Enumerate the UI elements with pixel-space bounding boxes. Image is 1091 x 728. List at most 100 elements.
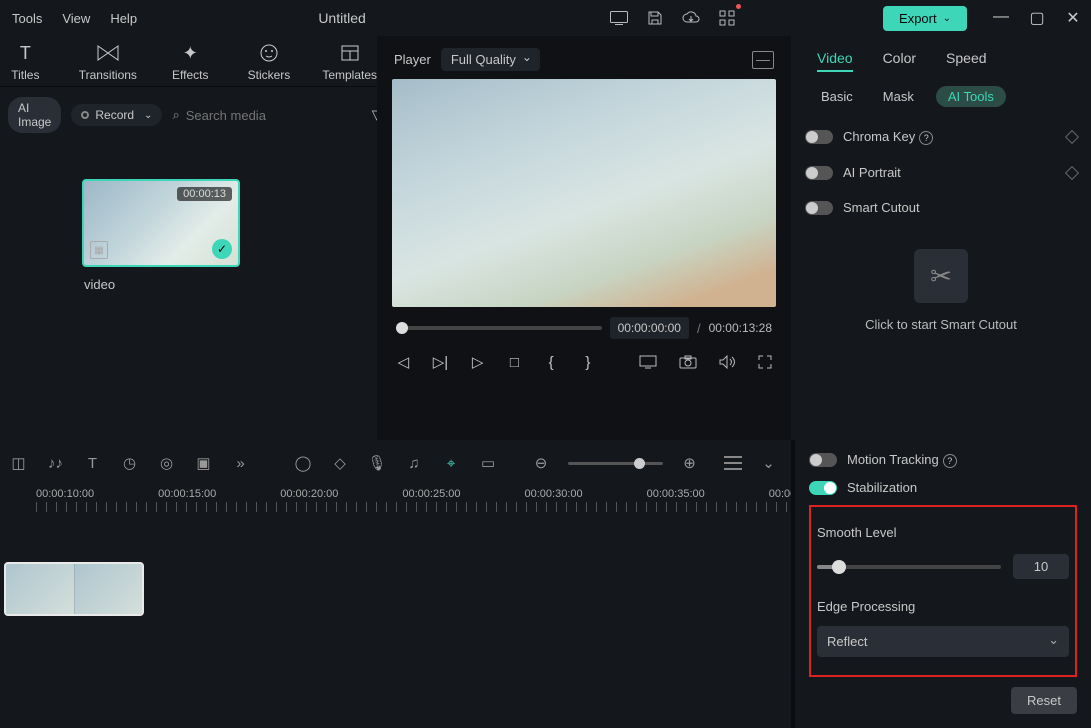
check-icon: ✓ (212, 239, 232, 259)
smart-cutout-hint: Click to start Smart Cutout (805, 317, 1077, 332)
keyframe-icon[interactable] (1065, 130, 1079, 144)
cloud-icon[interactable] (679, 6, 703, 30)
zoom-slider[interactable] (568, 462, 663, 465)
display-icon[interactable] (639, 351, 657, 373)
smooth-level-slider[interactable] (817, 565, 1001, 569)
maximize-button[interactable]: ▢ (1027, 8, 1047, 28)
tab-stickers[interactable]: Stickers (244, 42, 295, 82)
smooth-level-value[interactable]: 10 (1013, 554, 1069, 579)
tab-speed[interactable]: Speed (946, 50, 986, 72)
chroma-key-label: Chroma Key? (843, 129, 1057, 145)
speed-tool[interactable]: ◷ (119, 452, 140, 474)
stabilization-label: Stabilization (847, 480, 1077, 495)
transitions-icon (97, 42, 119, 64)
mark-in-button[interactable]: { (544, 351, 559, 373)
menu-view[interactable]: View (62, 11, 90, 26)
track-view-icon[interactable] (724, 456, 742, 470)
step-forward-button[interactable]: ▷| (433, 351, 448, 373)
marker-tool[interactable]: ◯ (293, 452, 314, 474)
keyframe-icon[interactable] (1065, 165, 1079, 179)
zoom-in-button[interactable]: ⊕ (679, 452, 700, 474)
subtab-mask[interactable]: Mask (875, 86, 922, 107)
fullscreen-icon[interactable] (757, 351, 772, 373)
subtab-basic[interactable]: Basic (813, 86, 861, 107)
play-button[interactable]: ▷ (470, 351, 485, 373)
mark-out-button[interactable]: } (581, 351, 596, 373)
scene-detect-icon: ▦ (90, 241, 108, 259)
reset-button[interactable]: Reset (1011, 687, 1077, 714)
clip-duration: 00:00:13 (177, 187, 232, 201)
current-timecode: 00:00:00:00 (610, 317, 689, 339)
ai-image-button[interactable]: AI Image (8, 97, 61, 133)
chroma-key-toggle[interactable] (805, 130, 833, 144)
tab-color[interactable]: Color (883, 50, 916, 72)
timeline-ruler[interactable]: 00:00:10:0000:00:15:0000:00:20:0000:00:2… (0, 482, 791, 502)
smart-cutout-icon[interactable]: ✂ (914, 249, 968, 303)
menu-help[interactable]: Help (110, 11, 137, 26)
screen-icon[interactable] (607, 6, 631, 30)
templates-icon (339, 42, 361, 64)
mic-tool[interactable]: 🎙 (367, 452, 388, 474)
audio-tool[interactable]: ♪♪ (45, 452, 66, 474)
apps-icon[interactable] (715, 6, 739, 30)
effects-icon: ✦ (179, 42, 201, 64)
menu-bar: Tools View Help (8, 11, 137, 26)
more-tools[interactable]: » (230, 452, 251, 474)
camera-icon[interactable] (679, 351, 697, 373)
info-icon[interactable]: ? (943, 454, 957, 468)
close-button[interactable]: ✕ (1063, 8, 1083, 28)
total-timecode: 00:00:13:28 (709, 321, 772, 335)
motion-tracking-label: Motion Tracking? (847, 452, 1077, 468)
zoom-out-button[interactable]: ⊖ (531, 452, 552, 474)
search-input[interactable] (186, 108, 362, 123)
frame-tool[interactable]: ▭ (478, 452, 499, 474)
tab-templates[interactable]: Templates (322, 42, 377, 82)
subtab-ai-tools[interactable]: AI Tools (936, 86, 1006, 107)
settings-icon[interactable]: ⌄ (758, 452, 779, 474)
record-icon (81, 111, 89, 119)
search-box: ⌕ (172, 107, 361, 123)
ai-portrait-label: AI Portrait (843, 165, 1057, 180)
export-button[interactable]: Export⌄ (883, 6, 967, 31)
smooth-level-label: Smooth Level (817, 525, 1069, 554)
timeline-ticks (36, 502, 791, 512)
magnet-tool[interactable]: ⌖ (441, 452, 462, 474)
inspector-panel: Video Color Speed Basic Mask AI Tools Ch… (791, 36, 1091, 440)
motion-tracking-toggle[interactable] (809, 453, 837, 467)
stabilization-toggle[interactable] (809, 481, 837, 495)
save-icon[interactable] (643, 6, 667, 30)
record-button[interactable]: Record⌄ (71, 104, 162, 126)
text-tool[interactable]: T (82, 452, 103, 474)
search-icon: ⌕ (172, 107, 179, 123)
crop-tool[interactable]: ◫ (8, 452, 29, 474)
stop-button[interactable]: □ (507, 351, 522, 373)
chevron-down-icon: ⌄ (943, 13, 951, 24)
tag-tool[interactable]: ◇ (330, 452, 351, 474)
edge-processing-dropdown[interactable]: Reflect (817, 626, 1069, 657)
music-tool[interactable]: ♫ (404, 452, 425, 474)
snapshot-icon[interactable] (752, 51, 774, 69)
preview-panel: Player Full Quality 00:00:00:00 / 00:00:… (377, 36, 791, 440)
smart-cutout-toggle[interactable] (805, 201, 833, 215)
media-panel: TTitles Transitions ✦Effects Stickers Te… (0, 36, 377, 440)
edge-processing-label: Edge Processing (817, 599, 1069, 626)
tab-titles[interactable]: TTitles (0, 42, 51, 82)
inspector-lower: Motion Tracking? Stabilization Smooth Le… (791, 440, 1091, 728)
ai-portrait-toggle[interactable] (805, 166, 833, 180)
volume-icon[interactable] (719, 351, 735, 373)
tab-video[interactable]: Video (817, 50, 853, 72)
tab-effects[interactable]: ✦Effects (165, 42, 216, 82)
mask-tool[interactable]: ▣ (193, 452, 214, 474)
media-clip[interactable]: 00:00:13 ▦ ✓ video (82, 179, 240, 292)
tab-transitions[interactable]: Transitions (79, 42, 137, 82)
titles-icon: T (14, 42, 36, 64)
smart-cutout-label: Smart Cutout (843, 200, 1077, 215)
info-icon[interactable]: ? (919, 131, 933, 145)
timeline-clip[interactable] (4, 562, 144, 616)
prev-frame-button[interactable]: ◁ (396, 351, 411, 373)
menu-tools[interactable]: Tools (12, 11, 42, 26)
color-tool[interactable]: ◎ (156, 452, 177, 474)
minimize-button[interactable]: — (991, 8, 1011, 28)
quality-dropdown[interactable]: Full Quality (441, 48, 540, 71)
preview-scrubber[interactable] (396, 326, 602, 330)
